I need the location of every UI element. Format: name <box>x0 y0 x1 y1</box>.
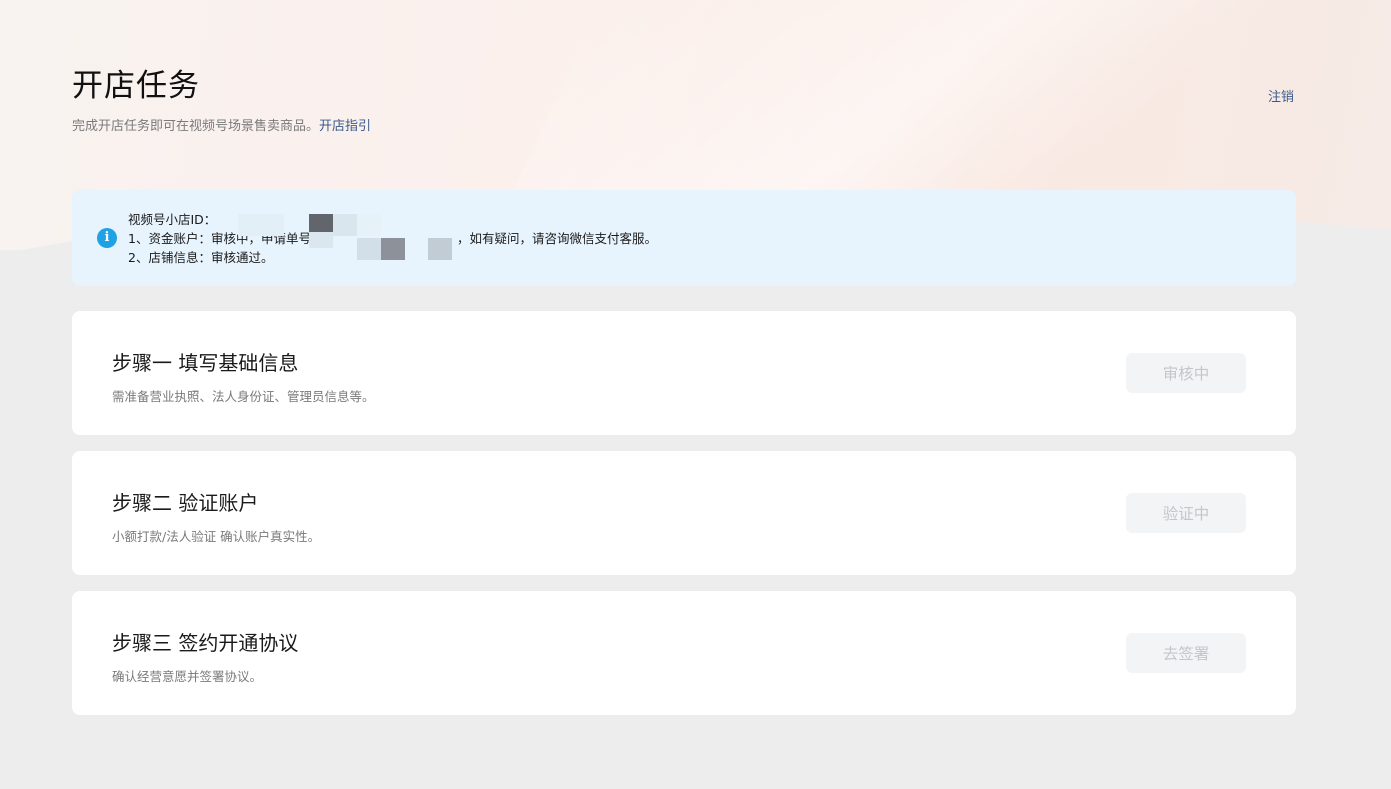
step-title: 步骤二 验证账户 <box>112 491 259 515</box>
step-title: 步骤一 填写基础信息 <box>112 351 299 375</box>
step-description: 小额打款/法人验证 确认账户真实性。 <box>112 529 321 544</box>
shop-guide-link[interactable]: 开店指引 <box>319 119 371 134</box>
fund-account-suffix: ，如有疑问，请咨询微信支付客服。 <box>456 231 657 246</box>
step-card-basic-info: 步骤一 填写基础信息 需准备营业执照、法人身份证、管理员信息等。 审核中 <box>72 311 1296 435</box>
step-card-verify-account: 步骤二 验证账户 小额打款/法人验证 确认账户真实性。 验证中 <box>72 451 1296 575</box>
step-description: 需准备营业执照、法人身份证、管理员信息等。 <box>112 389 375 404</box>
sign-agreement-button[interactable]: 去签署 <box>1126 633 1246 673</box>
logout-link[interactable]: 注销 <box>1268 86 1294 105</box>
step-card-sign-agreement: 步骤三 签约开通协议 确认经营意愿并签署协议。 去签署 <box>72 591 1296 715</box>
page-title: 开店任务 <box>72 68 200 104</box>
step-title: 步骤三 签约开通协议 <box>112 631 299 655</box>
step-status-button[interactable]: 验证中 <box>1126 493 1246 533</box>
page-subtitle: 完成开店任务即可在视频号场景售卖商品。开店指引 <box>72 115 371 134</box>
status-notice: i 视频号小店ID： 1、资金账户：审核中，申请单号 ，如有疑问，请咨询微信支付客… <box>72 190 1296 286</box>
step-status-button[interactable]: 审核中 <box>1126 353 1246 393</box>
shop-id-line: 视频号小店ID： <box>128 212 217 227</box>
subtitle-text: 完成开店任务即可在视频号场景售卖商品。 <box>72 119 320 134</box>
step-description: 确认经营意愿并签署协议。 <box>112 669 263 684</box>
info-icon: i <box>97 228 117 248</box>
